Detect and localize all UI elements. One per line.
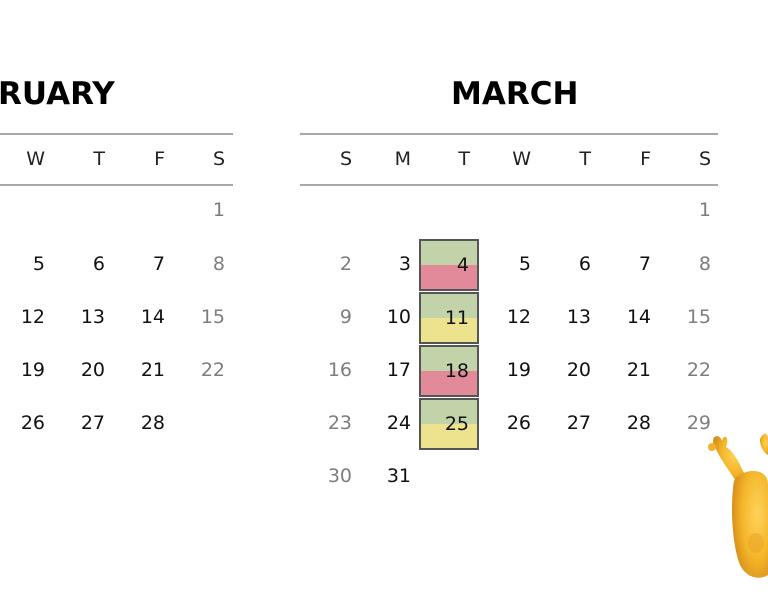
march-weekday-5: F bbox=[640, 148, 651, 170]
march-day-30: 30 bbox=[327, 465, 352, 487]
march-day-8: 8 bbox=[698, 253, 711, 275]
march-header-top-rule bbox=[300, 133, 718, 135]
march-day-21: 21 bbox=[626, 359, 651, 381]
march-day-16: 16 bbox=[327, 359, 352, 381]
february-day-26: 26 bbox=[20, 412, 45, 434]
march-weekday-2: T bbox=[458, 148, 470, 170]
march-day-14: 14 bbox=[626, 306, 651, 328]
march-day-13: 13 bbox=[566, 306, 591, 328]
february-day-27: 27 bbox=[80, 412, 105, 434]
march-day-18: 18 bbox=[444, 360, 469, 382]
march-weekday-1: M bbox=[394, 148, 411, 170]
march-day-7: 7 bbox=[638, 253, 651, 275]
february-day-8: 8 bbox=[212, 253, 225, 275]
february-weekday-1: T bbox=[93, 148, 105, 170]
february-day-1: 1 bbox=[212, 199, 225, 221]
highlighted-day-cell-4: 4 bbox=[419, 239, 479, 291]
march-day-4: 4 bbox=[456, 254, 469, 276]
february-day-21: 21 bbox=[140, 359, 165, 381]
march-day-9: 9 bbox=[339, 306, 352, 328]
february-title: RUARY bbox=[0, 76, 115, 112]
march-day-17: 17 bbox=[386, 359, 411, 381]
march-day-31: 31 bbox=[386, 465, 411, 487]
march-weekday-4: T bbox=[579, 148, 591, 170]
february-day-13: 13 bbox=[80, 306, 105, 328]
highlighted-day-cell-11: 11 bbox=[419, 292, 479, 344]
march-day-10: 10 bbox=[386, 306, 411, 328]
march-title: MARCH bbox=[451, 76, 579, 112]
march-day-28: 28 bbox=[626, 412, 651, 434]
march-day-11: 11 bbox=[444, 307, 469, 329]
march-day-24: 24 bbox=[386, 412, 411, 434]
march-weekday-0: S bbox=[339, 148, 352, 170]
february-header-bottom-rule bbox=[0, 184, 233, 186]
february-day-28: 28 bbox=[140, 412, 165, 434]
february-day-6: 6 bbox=[92, 253, 105, 275]
march-day-25: 25 bbox=[444, 413, 469, 435]
february-header-top-rule bbox=[0, 133, 233, 135]
february-day-7: 7 bbox=[152, 253, 165, 275]
february-day-14: 14 bbox=[140, 306, 165, 328]
february-weekday-0: W bbox=[26, 148, 45, 170]
highlighted-day-cell-18: 18 bbox=[419, 345, 479, 397]
february-day-12: 12 bbox=[20, 306, 45, 328]
yellow-character-illustration bbox=[708, 433, 768, 578]
march-day-22: 22 bbox=[686, 359, 711, 381]
march-day-15: 15 bbox=[686, 306, 711, 328]
march-day-23: 23 bbox=[327, 412, 352, 434]
february-day-15: 15 bbox=[200, 306, 225, 328]
february-day-20: 20 bbox=[80, 359, 105, 381]
february-weekday-2: F bbox=[154, 148, 165, 170]
february-day-22: 22 bbox=[200, 359, 225, 381]
march-day-12: 12 bbox=[506, 306, 531, 328]
march-day-3: 3 bbox=[398, 253, 411, 275]
march-day-5: 5 bbox=[518, 253, 531, 275]
march-day-26: 26 bbox=[506, 412, 531, 434]
march-weekday-3: W bbox=[512, 148, 531, 170]
march-day-1: 1 bbox=[698, 199, 711, 221]
highlighted-day-cell-25: 25 bbox=[419, 398, 479, 450]
february-day-19: 19 bbox=[20, 359, 45, 381]
march-header-bottom-rule bbox=[300, 184, 718, 186]
march-weekday-6: S bbox=[698, 148, 711, 170]
march-day-20: 20 bbox=[566, 359, 591, 381]
march-day-19: 19 bbox=[506, 359, 531, 381]
march-day-2: 2 bbox=[339, 253, 352, 275]
march-day-27: 27 bbox=[566, 412, 591, 434]
february-weekday-3: S bbox=[212, 148, 225, 170]
february-day-5: 5 bbox=[32, 253, 45, 275]
march-day-6: 6 bbox=[578, 253, 591, 275]
